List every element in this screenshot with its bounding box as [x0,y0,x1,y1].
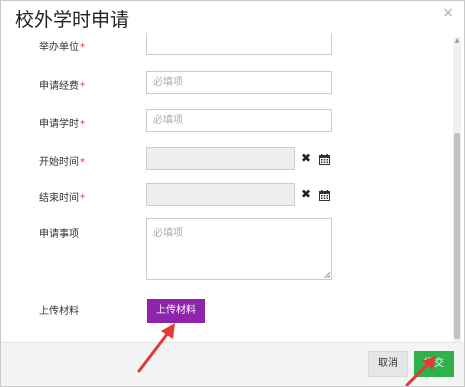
end-time-clear-icon[interactable]: ✖ [299,183,313,206]
start-time-clear-icon[interactable]: ✖ [299,147,313,170]
apply-dialog: 校外学时申请 × 举办单位* 申请经费* 必填项 申请学时* 必填项 开始时间*… [0,0,465,387]
scrollbar-thumb[interactable] [454,133,460,339]
dialog-title: 校外学时申请 [15,9,130,31]
end-time-label: 结束时间* [39,189,85,204]
organizer-input[interactable] [146,33,332,55]
cost-label-text: 申请经费 [39,81,79,92]
matter-textarea[interactable]: 必填项 [146,218,332,280]
resize-handle-icon[interactable] [324,272,330,278]
matter-label: 申请事项 [39,229,79,240]
end-time-label-text: 结束时间 [39,193,79,204]
start-time-calendar-icon[interactable] [317,147,331,170]
required-mark: * [80,42,85,53]
required-mark: * [80,119,85,130]
end-time-calendar-icon[interactable] [317,183,331,206]
start-time-input[interactable] [146,147,295,170]
scroll-up-icon[interactable]: ▲ [453,37,461,45]
required-mark: * [80,193,85,204]
hours-label-text: 申请学时 [39,119,79,130]
organizer-label: 举办单位* [39,38,85,53]
cost-label: 申请经费* [39,77,85,92]
required-mark: * [80,157,85,168]
required-mark: * [80,81,85,92]
scrollbar[interactable]: ▲ [453,37,461,345]
materials-label: 上传材料 [39,306,79,317]
hours-input[interactable]: 必填项 [146,109,332,132]
end-time-input[interactable] [146,183,295,206]
upload-materials-button[interactable]: 上传材料 [147,299,205,323]
cost-input[interactable]: 必填项 [146,71,332,94]
matter-placeholder: 必填项 [153,228,183,239]
close-icon[interactable]: × [442,5,454,21]
submit-button[interactable]: 提交 [414,351,454,377]
hours-label: 申请学时* [39,115,85,130]
organizer-label-text: 举办单位 [39,42,79,53]
cancel-button[interactable]: 取消 [368,351,408,377]
start-time-label: 开始时间* [39,153,85,168]
start-time-label-text: 开始时间 [39,157,79,168]
